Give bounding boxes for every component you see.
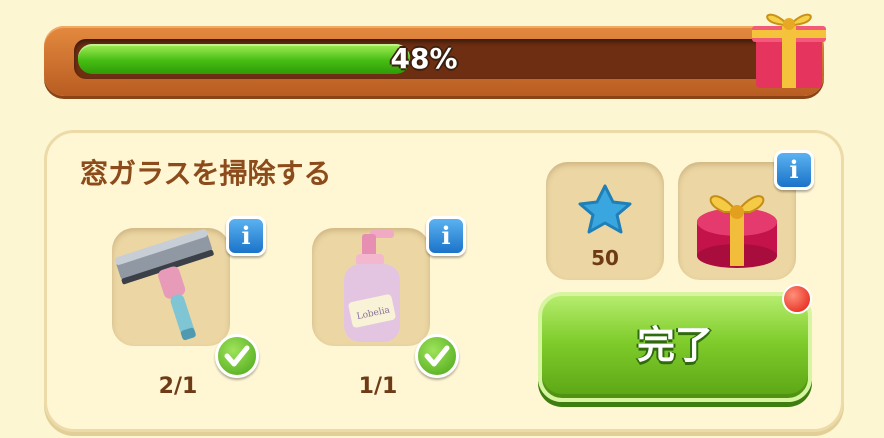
- info-button[interactable]: i: [774, 150, 814, 190]
- task-title: 窓ガラスを掃除する: [80, 157, 332, 190]
- item-count: 1/1: [358, 374, 398, 399]
- milestone-gift-icon[interactable]: [748, 0, 830, 92]
- star-amount: 50: [591, 246, 619, 270]
- info-button[interactable]: i: [226, 216, 266, 256]
- blue-star-icon: [578, 184, 632, 234]
- complete-button-label: 完了: [636, 323, 713, 367]
- info-button[interactable]: i: [426, 216, 466, 256]
- squeegee-icon: [115, 229, 214, 341]
- progress-bar-frame: 48%: [44, 26, 824, 96]
- check-icon: [415, 334, 459, 378]
- progress-track: 48%: [74, 39, 774, 79]
- item-slot-soap[interactable]: Lobelia: [312, 228, 430, 346]
- item-count: 2/1: [158, 374, 198, 399]
- progress-label: 48%: [390, 42, 458, 75]
- check-icon: [215, 334, 259, 378]
- reward-star-slot: 50: [546, 162, 664, 280]
- item-slot-squeegee[interactable]: [112, 228, 230, 346]
- notification-dot: [782, 284, 812, 314]
- complete-button[interactable]: 完了: [538, 292, 812, 402]
- soap-bottle-icon: Lobelia: [344, 230, 400, 342]
